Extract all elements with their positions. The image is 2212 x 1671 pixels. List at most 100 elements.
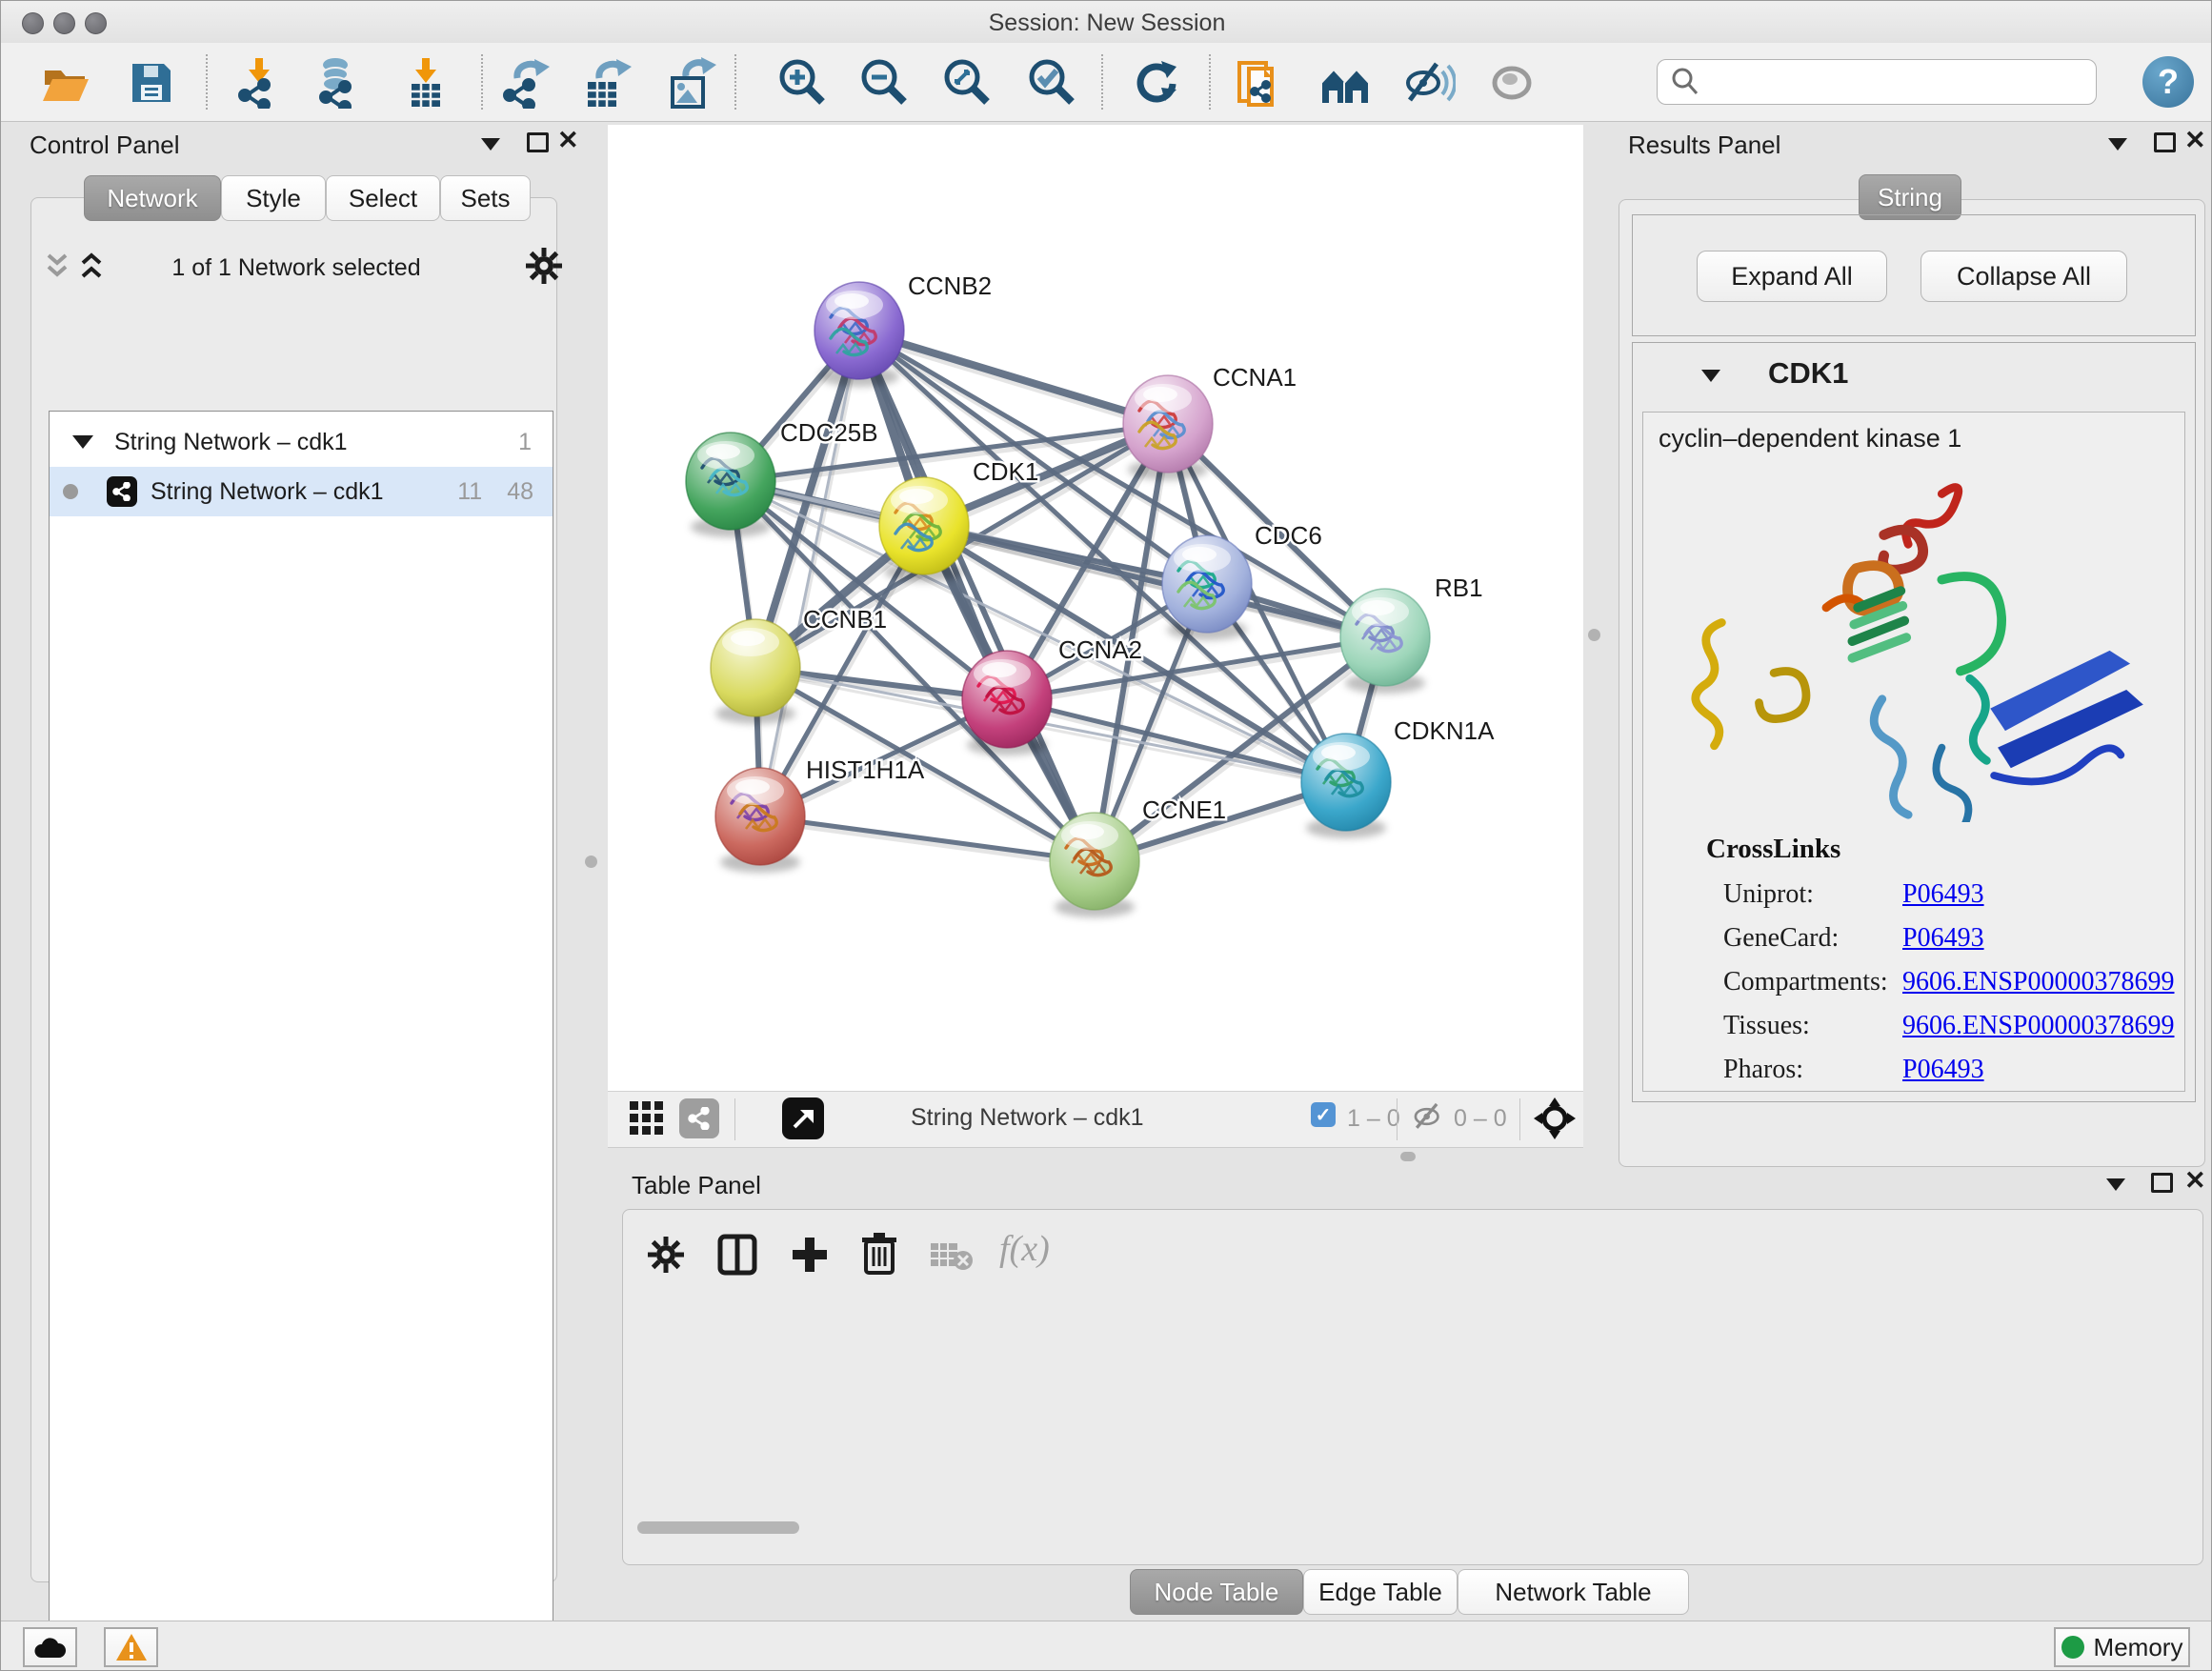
panel-float-icon[interactable]	[527, 132, 549, 152]
refresh-view-icon[interactable]	[1130, 56, 1183, 110]
network-row-selected[interactable]: String Network – cdk1 11 48	[50, 467, 553, 516]
panel-menu-icon[interactable]	[2106, 1178, 2125, 1191]
tab-sets[interactable]: Sets	[440, 175, 531, 221]
selected-node-edge-counts: 1 – 0	[1347, 1105, 1400, 1133]
table-panel-body	[622, 1209, 2203, 1565]
search-field[interactable]	[1707, 68, 2096, 96]
node-label-RB1: RB1	[1435, 574, 1483, 602]
network-collection-row[interactable]: String Network – cdk1 1	[50, 417, 553, 467]
show-panel-icon[interactable]	[1485, 56, 1538, 110]
string-import-icon[interactable]	[1235, 56, 1288, 110]
collapse-all-button[interactable]: Collapse All	[1920, 251, 2127, 302]
export-image-icon[interactable]	[664, 56, 717, 110]
crosslink-link[interactable]: P06493	[1902, 923, 1984, 954]
crosslink-link[interactable]: P06493	[1902, 879, 1984, 910]
import-network-from-database-icon[interactable]	[312, 56, 365, 110]
node-RB1[interactable]: RB1	[1340, 574, 1483, 694]
expand-all-icon[interactable]	[77, 252, 106, 287]
detach-view-icon[interactable]	[782, 1097, 824, 1139]
grid-view-icon[interactable]	[628, 1099, 666, 1142]
warning-button[interactable]	[104, 1627, 158, 1667]
zoom-out-icon[interactable]	[856, 56, 910, 110]
panel-close-icon[interactable]: ✕	[2184, 131, 2206, 150]
network-view-title: String Network – cdk1	[911, 1104, 1144, 1132]
memory-status-icon	[2061, 1636, 2084, 1659]
network-canvas[interactable]: CCNB2CCNA1CDC25BCDK1CDC6RB1CCNB1CCNA2CDK…	[608, 125, 1583, 1091]
collapse-all-icon[interactable]	[43, 252, 71, 287]
table-gear-icon[interactable]	[647, 1236, 685, 1278]
network-view-mode-icon[interactable]	[679, 1098, 719, 1138]
panel-menu-icon[interactable]	[481, 138, 500, 151]
toolbar-separator	[481, 54, 483, 110]
show-columns-icon[interactable]	[717, 1234, 757, 1280]
network-type-icon	[107, 476, 137, 507]
toolbar-separator	[1101, 54, 1103, 110]
crosslinks-list: Uniprot:P06493GeneCard:P06493Compartment…	[1700, 879, 2177, 1098]
help-button[interactable]: ?	[2142, 56, 2194, 108]
zoom-selected-icon[interactable]	[1024, 56, 1077, 110]
crosslink-link[interactable]: 9606.ENSP00000378699	[1902, 1011, 2174, 1041]
footer-separator	[1397, 1098, 1398, 1140]
horizontal-splitter-handle[interactable]	[1400, 1152, 1416, 1161]
crosslink-row: Uniprot:P06493	[1700, 879, 2177, 923]
section-collapse-icon[interactable]	[1701, 370, 1720, 382]
home-networks-icon[interactable]	[1319, 56, 1373, 110]
panel-float-icon[interactable]	[2151, 1173, 2173, 1193]
network-options-gear-icon[interactable]	[525, 247, 563, 290]
tab-network[interactable]: Network	[84, 175, 221, 221]
crosslink-label: Pharos:	[1723, 1055, 1803, 1085]
delete-column-icon[interactable]	[860, 1232, 898, 1280]
node-HIST1H1A[interactable]: HIST1H1A	[715, 755, 925, 873]
panel-float-icon[interactable]	[2154, 132, 2176, 152]
tab-string[interactable]: String	[1859, 174, 1961, 220]
tab-node-table[interactable]: Node Table	[1130, 1569, 1303, 1615]
node-CDKN1A[interactable]: CDKN1A	[1301, 716, 1495, 838]
footer-separator	[1519, 1098, 1520, 1140]
expand-all-button[interactable]: Expand All	[1697, 251, 1887, 302]
birds-eye-view-icon[interactable]	[1534, 1097, 1576, 1144]
tab-network-table[interactable]: Network Table	[1458, 1569, 1689, 1615]
tab-style[interactable]: Style	[221, 175, 326, 221]
selected-checkbox-icon[interactable]: ✓	[1311, 1102, 1336, 1127]
crosslink-link[interactable]: 9606.ENSP00000378699	[1902, 967, 2174, 997]
export-table-icon[interactable]	[579, 56, 633, 110]
table-panel: Table Panel ✕ f(x) shared namenamecanoni…	[611, 1165, 2212, 1621]
export-network-icon[interactable]	[499, 56, 553, 110]
collection-label: String Network – cdk1	[114, 429, 348, 456]
zoom-fit-icon[interactable]	[939, 56, 993, 110]
search-input[interactable]	[1657, 59, 2097, 105]
panel-close-icon[interactable]: ✕	[2184, 1171, 2206, 1190]
import-network-icon[interactable]	[232, 56, 286, 110]
panel-menu-icon[interactable]	[2108, 138, 2127, 151]
warning-icon	[115, 1633, 148, 1661]
memory-button[interactable]: Memory	[2054, 1627, 2190, 1667]
node-label-CCNE1: CCNE1	[1142, 795, 1226, 824]
node-label-CDC6: CDC6	[1255, 521, 1322, 550]
left-splitter-handle[interactable]	[585, 856, 597, 868]
right-splitter-handle[interactable]	[1588, 629, 1600, 641]
gene-section: CDK1 cyclin–dependent kinase 1	[1632, 342, 2196, 1102]
search-icon	[1669, 66, 1701, 98]
toolbar-separator	[734, 54, 736, 110]
table-hscrollbar[interactable]	[637, 1521, 799, 1534]
network-current-dot-icon	[63, 484, 78, 499]
open-session-icon[interactable]	[39, 56, 92, 110]
crosslink-label: Tissues:	[1723, 1011, 1810, 1041]
tree-expander-icon[interactable]	[72, 435, 93, 449]
network-tree: String Network – cdk1 1 String Network –…	[49, 411, 553, 1671]
crosslink-row: Pharos: P06493	[1700, 1055, 2177, 1098]
tab-edge-table[interactable]: Edge Table	[1303, 1569, 1458, 1615]
import-table-icon[interactable]	[399, 56, 452, 110]
add-column-icon[interactable]	[790, 1234, 830, 1280]
save-session-icon[interactable]	[125, 56, 178, 110]
zoom-in-icon[interactable]	[774, 56, 828, 110]
panel-close-icon[interactable]: ✕	[557, 131, 579, 150]
toolbar-separator	[1209, 54, 1211, 110]
crosslink-link[interactable]: P06493	[1902, 1055, 1984, 1085]
node-label-CCNB2: CCNB2	[908, 272, 992, 300]
hide-results-icon[interactable]	[1402, 56, 1456, 110]
network-edge-count: 48	[507, 478, 533, 506]
tab-select[interactable]: Select	[326, 175, 440, 221]
network-view-toolbar: String Network – cdk1 ✓ 1 – 0 0 – 0	[608, 1091, 1583, 1148]
cloud-button[interactable]	[23, 1627, 77, 1667]
